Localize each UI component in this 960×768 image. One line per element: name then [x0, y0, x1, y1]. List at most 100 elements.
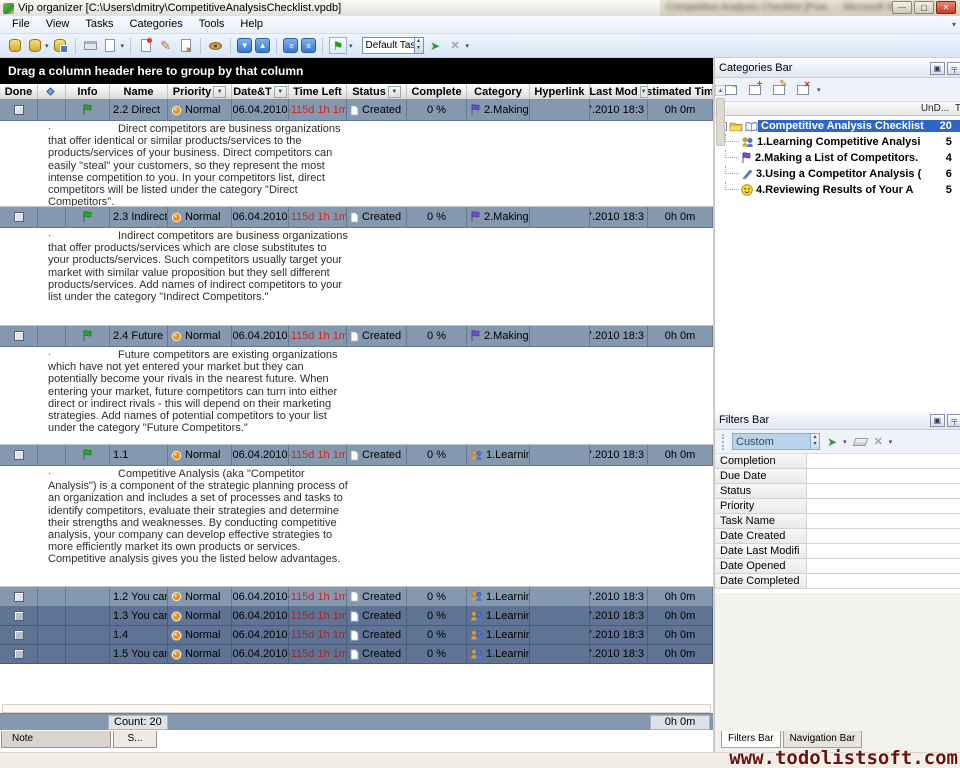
delete-category-button[interactable] [794, 82, 811, 97]
category-item[interactable]: −Competitive Analysis Checklist2020 [715, 118, 960, 134]
edit-task-button[interactable]: ✎ [157, 37, 174, 54]
done-checkbox[interactable] [14, 630, 24, 640]
filter-value-input[interactable] [807, 574, 960, 588]
menu-item-categories[interactable]: Categories [122, 18, 191, 30]
move-up-button[interactable]: ▲ [255, 38, 270, 53]
task-view-selector[interactable]: Default Task V ▴▾ [362, 37, 424, 54]
menu-overflow-chevron-icon[interactable]: ▾ [952, 20, 956, 29]
column-header-status[interactable]: Status▼ [347, 84, 407, 99]
filters-pin-icon[interactable]: ╤ [947, 414, 960, 427]
done-checkbox[interactable] [14, 105, 24, 115]
new-database-button[interactable] [6, 37, 23, 54]
close-button[interactable]: ✕ [936, 1, 956, 14]
filter-value-input[interactable] [807, 469, 960, 483]
save-database-button[interactable] [52, 37, 69, 54]
print-preview-button[interactable] [102, 37, 119, 54]
column-filter-chevron-icon[interactable]: ▼ [213, 86, 226, 98]
column-header-date-t[interactable]: Date&T▼ [232, 84, 289, 99]
edit-category-button[interactable] [770, 82, 787, 97]
new-task-button[interactable] [137, 37, 154, 54]
new-category-button[interactable] [722, 82, 739, 97]
print-preview-chevron-icon[interactable]: ▾ [121, 42, 125, 50]
column-header-icon[interactable] [38, 84, 66, 99]
column-header-name[interactable]: Name [110, 84, 168, 99]
filter-value-input[interactable] [807, 454, 960, 468]
minimize-button[interactable]: — [892, 1, 912, 14]
categories-toolbar-chevron-icon[interactable]: ▾ [817, 86, 821, 94]
tab-note[interactable]: Note [1, 731, 111, 748]
task-row[interactable]: 1.5 You canNormal06.04.2010-115d 1h 1mCr… [0, 645, 713, 664]
filter-value-input[interactable] [807, 544, 960, 558]
column-header-category[interactable]: Category [467, 84, 530, 99]
task-row[interactable]: 1.2 You canNormal06.04.2010-115d 1h 1mCr… [0, 587, 713, 607]
filter-preset-spinner[interactable]: ▴▾ [810, 434, 819, 449]
task-row[interactable]: 2.2 DirectNormal06.04.2010-115d 1h 1mCre… [0, 100, 713, 121]
done-checkbox[interactable] [14, 331, 24, 341]
category-item[interactable]: 2.Making a List of Competitors.44 [715, 150, 960, 166]
filter-value-input[interactable] [807, 484, 960, 498]
filters-toolbar-chevron-icon[interactable]: ▾ [889, 438, 893, 446]
column-header-hyperlink[interactable]: Hyperlink [530, 84, 590, 99]
apply-filter-chevron-icon[interactable]: ▾ [843, 438, 847, 446]
categories-float-button[interactable]: ▣ [930, 62, 945, 75]
task-row[interactable]: 2.4 FutureNormal06.04.2010-115d 1h 1mCre… [0, 326, 713, 347]
category-item[interactable]: 1.Learning Competitive Analysi55 [715, 134, 960, 150]
filter-preset-selector[interactable]: Custom ▴▾ [732, 433, 820, 450]
done-checkbox[interactable] [14, 450, 24, 460]
open-database-button[interactable] [26, 37, 43, 54]
eye-icon[interactable] [207, 37, 224, 54]
column-header-info[interactable]: Info [66, 84, 110, 99]
toolbar-overflow-chevron-icon[interactable]: ▾ [466, 42, 470, 50]
menu-item-help[interactable]: Help [232, 18, 271, 30]
done-checkbox[interactable] [14, 649, 24, 659]
column-header-time-left[interactable]: Time Left [289, 84, 347, 99]
category-item[interactable]: 4.Reviewing Results of Your A55 [715, 182, 960, 198]
menu-item-view[interactable]: View [38, 18, 78, 30]
tab-subtasks[interactable]: S... [113, 731, 157, 748]
task-row[interactable]: 1.4Normal06.04.2010-115d 1h 1mCreated0 %… [0, 626, 713, 645]
categories-pin-icon[interactable]: ╤ [947, 62, 960, 75]
column-header-stimated-tim[interactable]: stimated Tim [648, 84, 713, 99]
column-header-done[interactable]: Done [0, 84, 38, 99]
menu-item-tasks[interactable]: Tasks [77, 18, 121, 30]
column-header-priority[interactable]: Priority▼ [168, 84, 232, 99]
vertical-scrollbar[interactable]: ▲ [713, 58, 714, 752]
task-row[interactable]: 1.3 You canNormal06.04.2010-115d 1h 1mCr… [0, 607, 713, 626]
done-checkbox[interactable] [14, 212, 24, 222]
delete-filter-button[interactable]: ✕ [874, 435, 883, 448]
horizontal-scrollbar[interactable] [2, 704, 711, 713]
flag-chevron-icon[interactable]: ▾ [349, 42, 353, 50]
filter-value-input[interactable] [807, 559, 960, 573]
move-to-bottom-button[interactable]: » [283, 38, 298, 53]
column-header-last-mod[interactable]: Last Mod▼ [590, 84, 648, 99]
filters-float-button[interactable]: ▣ [930, 414, 945, 427]
new-subcategory-button[interactable] [746, 82, 763, 97]
flag-button[interactable]: ⚑ [329, 37, 347, 54]
print-button[interactable] [82, 37, 99, 54]
apply-view-button[interactable]: ➤ [427, 37, 444, 54]
filter-value-input[interactable] [807, 514, 960, 528]
scrollbar-thumb[interactable] [716, 98, 725, 146]
maximize-button[interactable]: ▢ [914, 1, 934, 14]
undone-column-header[interactable]: UnD... [921, 103, 955, 114]
done-checkbox[interactable] [14, 592, 24, 602]
task-row[interactable]: 2.3 IndirectNormal06.04.2010-115d 1h 1mC… [0, 207, 713, 228]
move-down-button[interactable]: ▼ [237, 38, 252, 53]
group-by-bar[interactable]: Drag a column header here to group by th… [0, 58, 713, 84]
menu-item-file[interactable]: File [4, 18, 38, 30]
total-column-header[interactable]: T... [955, 103, 960, 114]
column-filter-chevron-icon[interactable]: ▼ [388, 86, 401, 98]
category-item[interactable]: 3.Using a Competitor Analysis (66 [715, 166, 960, 182]
task-view-spinner[interactable]: ▴▾ [414, 38, 423, 53]
column-filter-chevron-icon[interactable]: ▼ [640, 86, 648, 98]
filter-value-input[interactable] [807, 529, 960, 543]
filter-value-input[interactable] [807, 499, 960, 513]
open-database-chevron-icon[interactable]: ▾ [45, 42, 49, 50]
move-to-top-button[interactable]: » [301, 38, 316, 53]
column-filter-chevron-icon[interactable]: ▼ [274, 86, 287, 98]
apply-filter-button[interactable]: ➤ [827, 435, 837, 449]
task-row[interactable]: 1.1Normal06.04.2010-115d 1h 1mCreated0 %… [0, 445, 713, 466]
tab-navigation-bar[interactable]: Navigation Bar [783, 731, 863, 748]
menu-item-tools[interactable]: Tools [191, 18, 233, 30]
tab-filters-bar[interactable]: Filters Bar [721, 731, 781, 748]
